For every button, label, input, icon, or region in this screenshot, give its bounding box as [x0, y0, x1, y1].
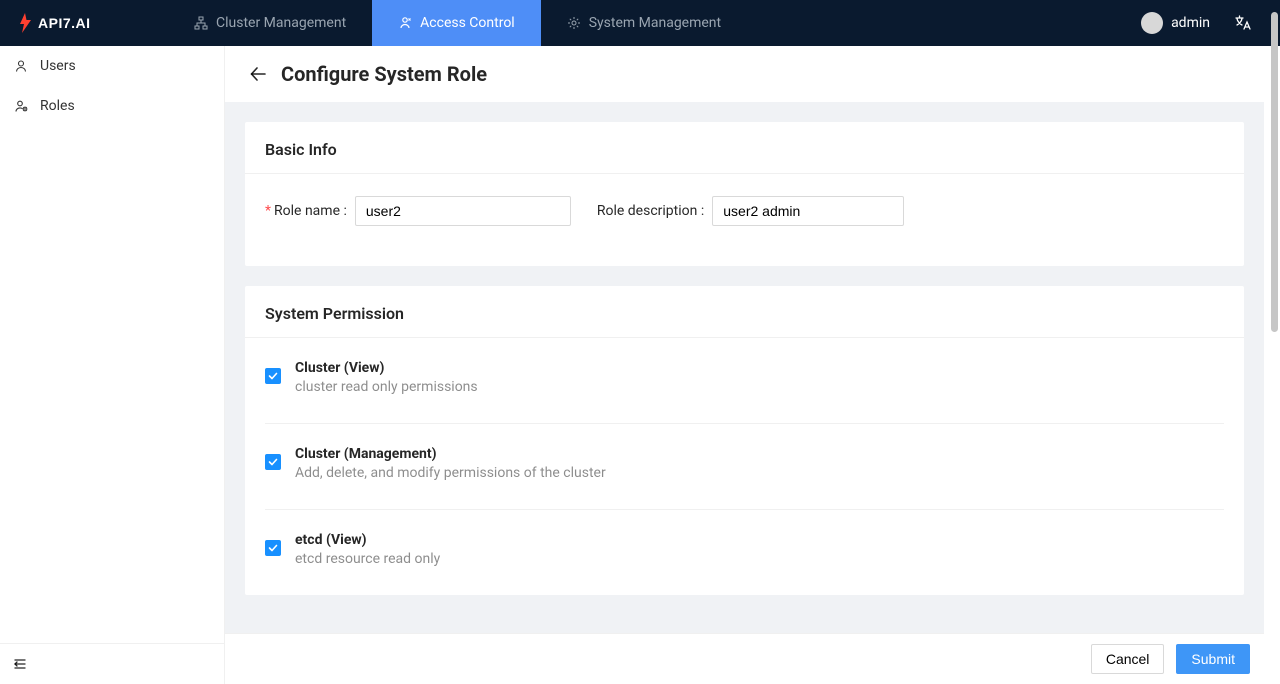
submit-button[interactable]: Submit [1176, 644, 1250, 674]
back-arrow-icon[interactable] [249, 65, 267, 83]
role-icon [14, 99, 28, 113]
perm-item-etcd-view: etcd (View) etcd resource read only [265, 510, 1224, 595]
sidebar-item-users[interactable]: Users [0, 46, 224, 86]
sidebar: Users Roles [0, 46, 225, 684]
sidebar-item-label: Users [40, 58, 76, 74]
nav-cluster-management[interactable]: Cluster Management [168, 0, 372, 46]
top-navbar: API7.AI Cluster Management Access Contro… [0, 0, 1280, 46]
perm-title: Cluster (View) [295, 360, 478, 376]
cluster-icon [194, 16, 208, 30]
checkbox-cluster-view[interactable] [265, 368, 281, 384]
section-title-system-permission: System Permission [245, 286, 1244, 338]
perm-desc: etcd resource read only [295, 551, 440, 567]
gear-icon [567, 16, 581, 30]
role-name-field-group: Role name : [265, 196, 571, 226]
page-header: Configure System Role [225, 46, 1264, 102]
avatar [1141, 12, 1163, 34]
brand-logo[interactable]: API7.AI [18, 13, 112, 33]
nav-label: Cluster Management [216, 15, 346, 31]
checkbox-cluster-management[interactable] [265, 454, 281, 470]
role-name-label: Role name : [265, 203, 347, 219]
basic-info-card: Basic Info Role name : Role description … [245, 122, 1244, 266]
viewport-scrollbar[interactable] [1271, 12, 1278, 332]
nav-system-management[interactable]: System Management [541, 0, 747, 46]
perm-desc: cluster read only permissions [295, 379, 478, 395]
user-icon [14, 59, 28, 73]
main-content: Configure System Role Basic Info Role na… [225, 46, 1264, 684]
access-icon [398, 16, 412, 30]
perm-item-cluster-management: Cluster (Management) Add, delete, and mo… [265, 424, 1224, 510]
user-menu[interactable]: admin [1141, 12, 1210, 34]
perm-title: etcd (View) [295, 532, 440, 548]
language-switch-icon[interactable] [1234, 14, 1252, 32]
footer-actions: Cancel Submit [225, 633, 1264, 684]
collapse-sidebar-button[interactable] [0, 643, 224, 684]
nav-label: System Management [589, 15, 721, 31]
role-name-input[interactable] [355, 196, 571, 226]
cancel-button[interactable]: Cancel [1091, 644, 1165, 674]
role-desc-field-group: Role description : [597, 196, 904, 226]
sidebar-item-roles[interactable]: Roles [0, 86, 224, 126]
nav-label: Access Control [420, 15, 515, 31]
nav-access-control[interactable]: Access Control [372, 0, 541, 46]
role-desc-label: Role description : [597, 203, 704, 219]
content-scroll[interactable]: Basic Info Role name : Role description … [225, 102, 1264, 633]
svg-text:API7.AI: API7.AI [38, 15, 91, 31]
sidebar-item-label: Roles [40, 98, 75, 114]
perm-item-cluster-view: Cluster (View) cluster read only permiss… [265, 338, 1224, 424]
section-title-basic-info: Basic Info [245, 122, 1244, 174]
perm-title: Cluster (Management) [295, 446, 606, 462]
checkbox-etcd-view[interactable] [265, 540, 281, 556]
username: admin [1171, 15, 1210, 31]
role-desc-input[interactable] [712, 196, 904, 226]
page-title: Configure System Role [281, 62, 487, 86]
system-permission-card: System Permission Cluster (View) cluster… [245, 286, 1244, 595]
perm-desc: Add, delete, and modify permissions of t… [295, 465, 606, 481]
basic-info-form-row: Role name : Role description : [265, 196, 1224, 226]
